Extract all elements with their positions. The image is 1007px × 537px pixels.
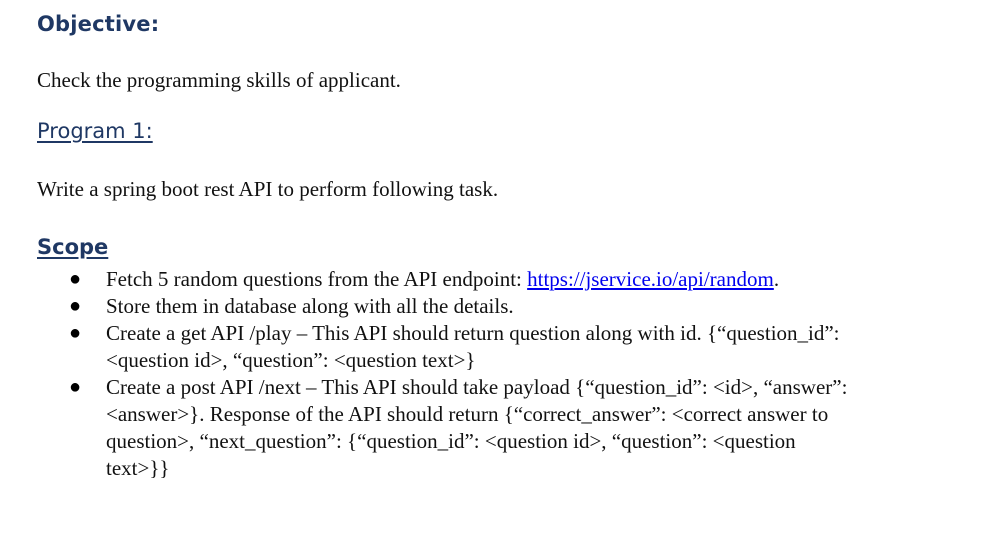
item-text-suffix: . [773,267,780,291]
list-item: ● Store them in database along with all t… [37,293,935,320]
item-text: Create a get API /play – This API should… [106,321,840,372]
item-text: Store them in database along with all th… [106,294,514,318]
scope-list: ● Fetch 5 random questions from the API e… [37,266,937,482]
list-item: ● Create a post API /next – This API shou… [37,374,935,482]
objective-text: Check the programming skills of applican… [37,68,401,92]
objective-heading: Objective: [37,12,160,36]
bullet-icon: ● [69,268,82,290]
bullet-icon: ● [69,322,82,344]
bullet-icon: ● [69,295,82,317]
list-item: ● Fetch 5 random questions from the API e… [37,266,935,293]
item-text: Create a post API /next – This API shoul… [106,375,848,480]
program-text: Write a spring boot rest API to perform … [37,177,499,201]
api-endpoint-link[interactable]: https://jservice.io/api/random [527,267,774,291]
item-text: Fetch 5 random questions from the API en… [106,267,528,291]
program-heading: Program 1: [37,119,153,143]
bullet-icon: ● [69,376,82,398]
scope-heading: Scope [37,235,109,259]
list-item: ● Create a get API /play – This API shoul… [37,320,935,374]
